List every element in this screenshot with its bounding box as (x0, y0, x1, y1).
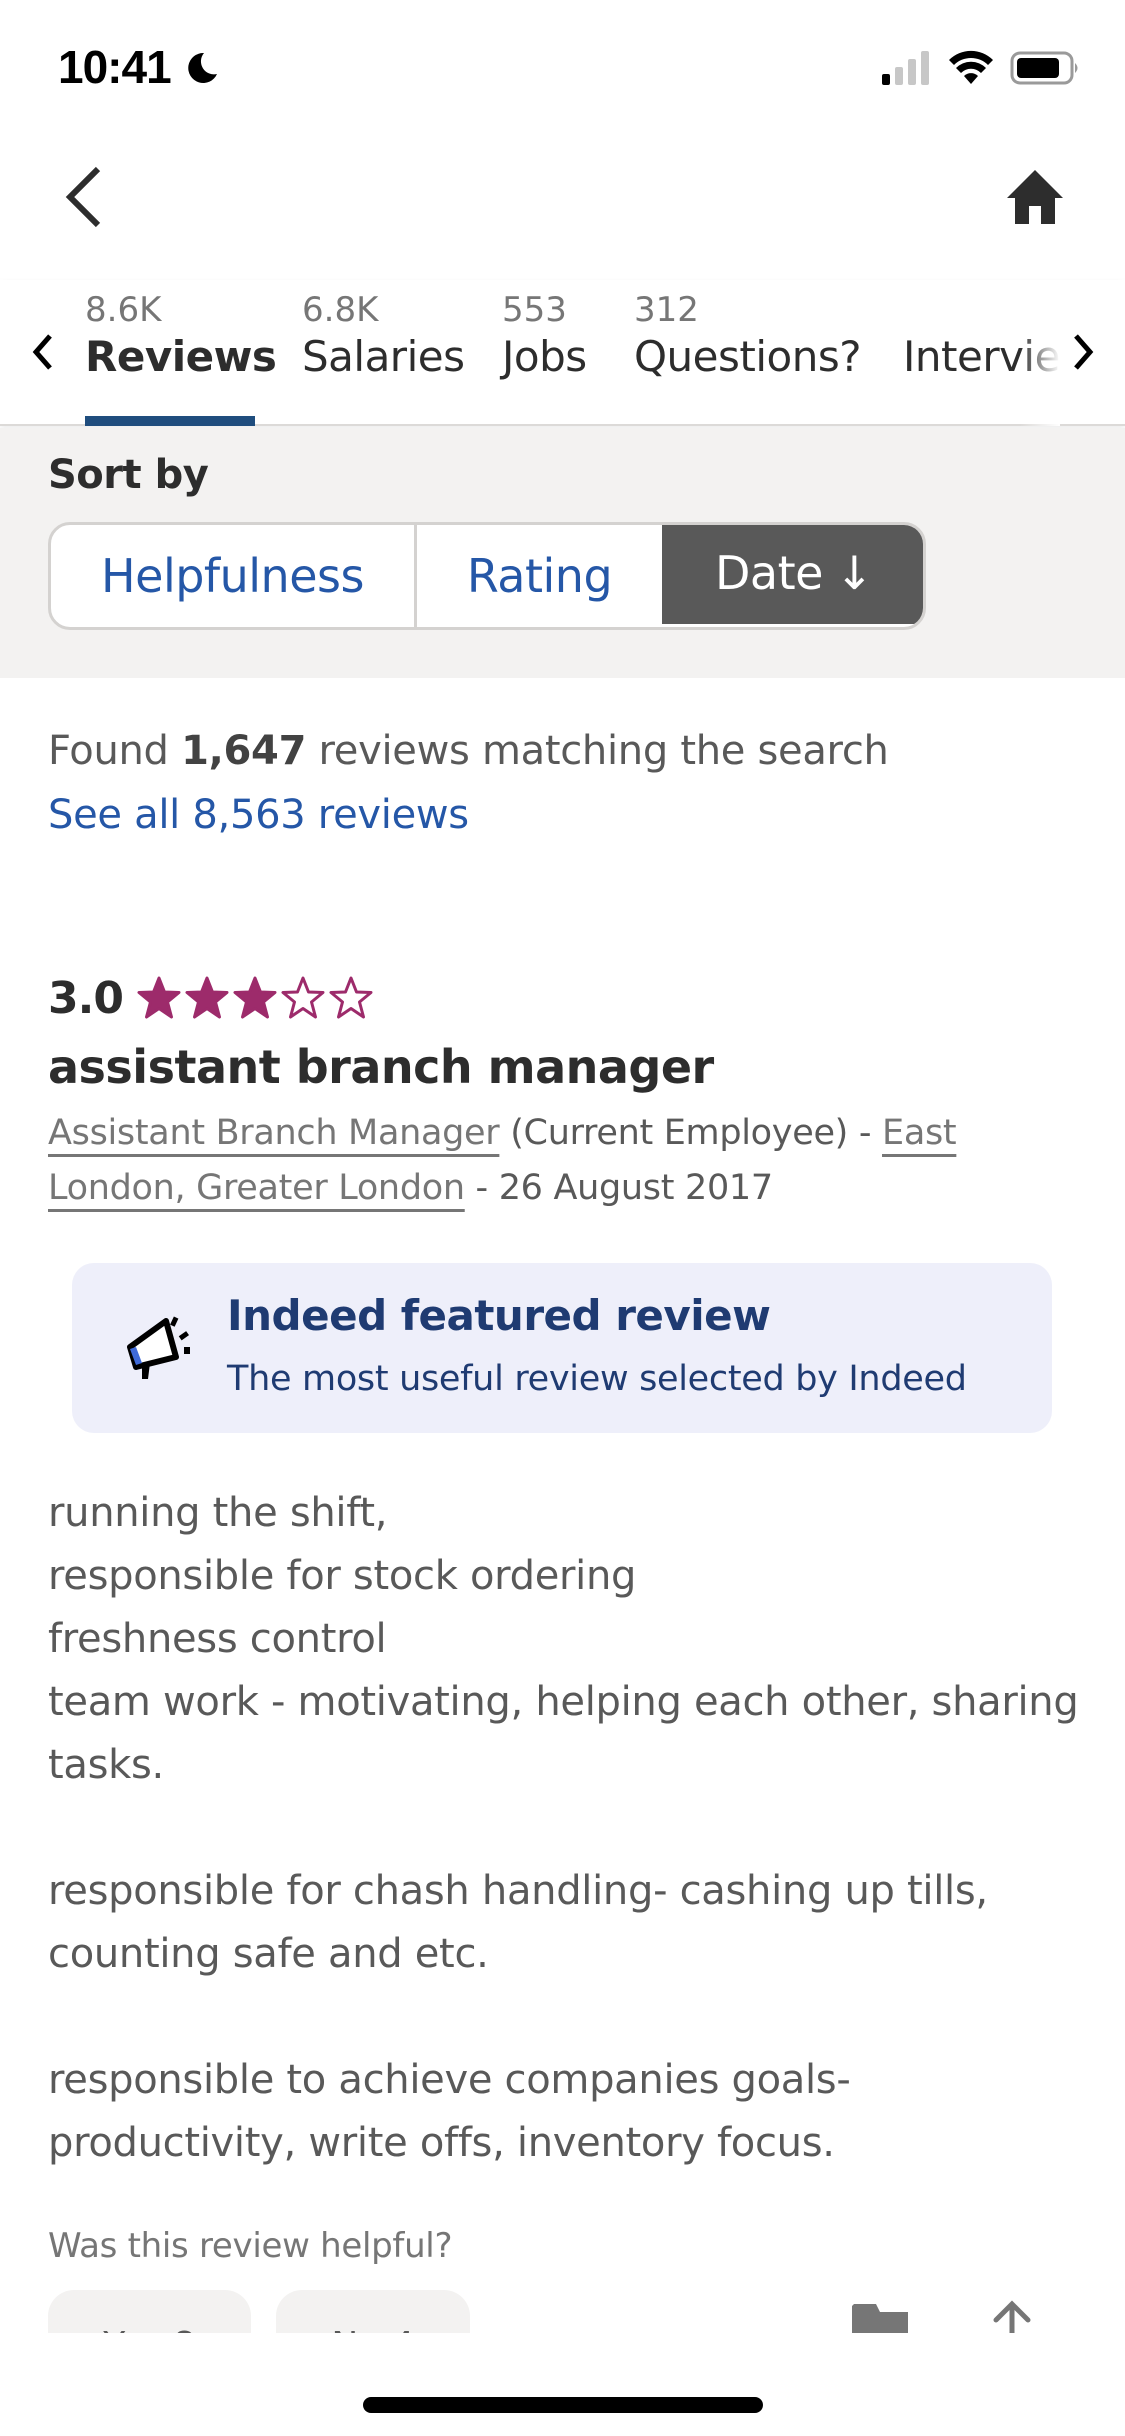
star-empty-icon (281, 976, 325, 1019)
no-label: No 4 (331, 2325, 414, 2334)
home-icon[interactable] (1005, 168, 1065, 226)
cellular-signal-icon (882, 51, 929, 85)
tab-label: Reviews (85, 332, 277, 381)
yes-label: Yes 8 (103, 2325, 195, 2334)
featured-review-banner: Indeed featured review The most useful r… (72, 1263, 1052, 1433)
folder-icon[interactable] (852, 2302, 908, 2333)
tabs-scroll-left-button[interactable] (28, 330, 58, 374)
review-paragraph: responsible to achieve companies goals- … (48, 2057, 851, 2166)
see-all-reviews-link[interactable]: See all 8,563 reviews (48, 792, 469, 838)
tabs-scroll-right-button[interactable] (1068, 330, 1098, 374)
tab-label: Questions? (634, 332, 862, 381)
helpful-question: Was this review helpful? (48, 2226, 453, 2266)
sort-date-button[interactable]: Date ↓ (662, 525, 923, 624)
star-empty-icon (329, 976, 373, 1019)
helpful-yes-button[interactable]: Yes 8 (48, 2290, 251, 2333)
sort-segmented-control: Helpfulness Rating Date ↓ (48, 522, 926, 630)
sort-option-label: Rating (466, 549, 613, 603)
review-rating: 3.0 (48, 968, 373, 1028)
company-tab-bar: 8.6K Reviews 6.8K Salaries 553 Jobs 312 … (0, 280, 1125, 426)
back-button[interactable] (62, 165, 112, 229)
tab-jobs[interactable]: 553 Jobs (502, 280, 602, 426)
star-filled-icon (185, 976, 229, 1019)
sort-helpfulness-button[interactable]: Helpfulness (51, 525, 417, 627)
employment-status: (Current Employee) - (499, 1113, 883, 1153)
featured-title: Indeed featured review (227, 1291, 771, 1340)
star-filled-icon (233, 976, 277, 1019)
active-tab-indicator (85, 416, 255, 426)
sort-by-label: Sort by (48, 452, 209, 498)
star-filled-icon (137, 976, 181, 1019)
battery-icon (1010, 51, 1078, 85)
tab-reviews[interactable]: 8.6K Reviews (85, 280, 277, 426)
review-meta: Assistant Branch Manager (Current Employ… (48, 1106, 1048, 1216)
review-title: assistant branch manager (48, 1040, 714, 1094)
review-body: running the shift, responsible for stock… (48, 1482, 1088, 2175)
home-indicator[interactable] (363, 2397, 763, 2413)
found-count: 1,647 (181, 728, 307, 774)
found-suffix: reviews matching the search (306, 728, 889, 774)
sort-option-label: Helpfulness (101, 549, 364, 603)
results-count-text: Found 1,647 reviews matching the search (48, 728, 889, 774)
tab-questions[interactable]: 312 Questions? (634, 280, 864, 426)
tab-count: 553 (502, 290, 567, 330)
moon-icon (188, 52, 217, 83)
tab-label: Jobs (502, 332, 587, 381)
tab-label: Salaries (302, 332, 465, 381)
helpful-no-button[interactable]: No 4 (276, 2290, 470, 2333)
review-paragraph: responsible for chash handling- cashing … (48, 1868, 988, 1977)
megaphone-icon (127, 1316, 190, 1379)
featured-subtitle: The most useful review selected by Indee… (227, 1359, 967, 1399)
job-title-link[interactable]: Assistant Branch Manager (48, 1113, 500, 1153)
star-rating (137, 976, 373, 1020)
rating-number: 3.0 (48, 972, 124, 1024)
tab-count: 8.6K (85, 290, 162, 330)
review-paragraph: running the shift, responsible for stock… (48, 1490, 1079, 1788)
sort-rating-button[interactable]: Rating (417, 525, 662, 627)
tabs-fade-overlay (1020, 280, 1060, 426)
date-separator: - (464, 1168, 499, 1208)
tab-count: 6.8K (302, 290, 379, 330)
status-time: 10:41 (58, 41, 172, 93)
arrow-down-icon: ↓ (834, 546, 874, 600)
wifi-icon (949, 50, 993, 84)
review-date: 26 August 2017 (498, 1168, 773, 1208)
tab-count: 312 (634, 290, 699, 330)
arrow-up-icon[interactable] (992, 2298, 1032, 2333)
review-actions: Yes 8 No 4 (0, 2280, 1125, 2333)
tab-salaries[interactable]: 6.8K Salaries (302, 280, 465, 426)
found-prefix: Found (48, 728, 182, 774)
sort-option-label: Date (715, 546, 823, 600)
tabs-scroller[interactable]: 8.6K Reviews 6.8K Salaries 553 Jobs 312 … (85, 280, 1060, 426)
sort-section: Sort by Helpfulness Rating Date ↓ (0, 428, 1125, 678)
